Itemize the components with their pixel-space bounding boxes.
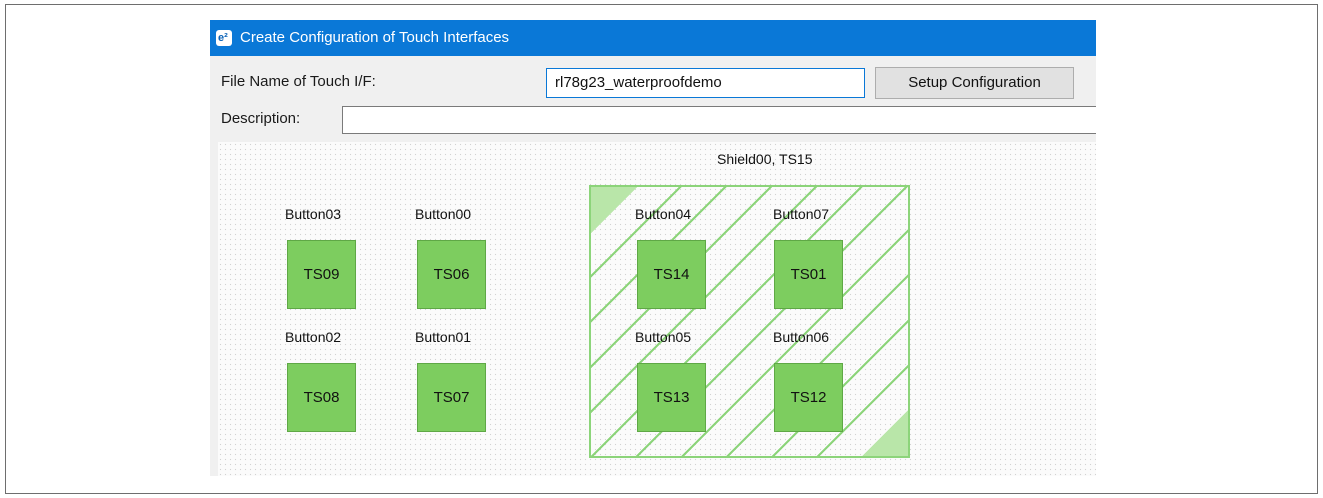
button-name-label: Button07 [773, 206, 830, 222]
shield-corner-bottom-right [862, 410, 908, 456]
setup-configuration-button[interactable]: Setup Configuration [875, 67, 1074, 99]
window-title: Create Configuration of Touch Interfaces [240, 29, 510, 46]
file-name-label: File Name of Touch I/F: [221, 73, 376, 90]
title-bar: e² Create Configuration of Touch Interfa… [210, 20, 1096, 56]
e2-studio-icon: e² [216, 30, 232, 46]
description-label: Description: [221, 110, 301, 127]
config-window: e² Create Configuration of Touch Interfa… [210, 20, 1096, 476]
touch-key-button[interactable]: TS01 [774, 240, 843, 309]
touch-key-button[interactable]: TS13 [637, 363, 706, 432]
touch-key-button[interactable]: TS07 [417, 363, 486, 432]
touch-key-button[interactable]: TS12 [774, 363, 843, 432]
button-name-label: Button03 [285, 206, 342, 222]
button-name-label: Button01 [415, 329, 472, 345]
button-name-label: Button02 [285, 329, 342, 345]
button-name-label: Button05 [635, 329, 692, 345]
touch-key-button[interactable]: TS14 [637, 240, 706, 309]
description-input[interactable] [342, 106, 1096, 134]
touch-key-button[interactable]: TS08 [287, 363, 356, 432]
shield-label: Shield00, TS15 [717, 151, 813, 167]
touch-key-button[interactable]: TS09 [287, 240, 356, 309]
touch-key-button[interactable]: TS06 [417, 240, 486, 309]
button-name-label: Button06 [773, 329, 830, 345]
file-name-input[interactable]: rl78g23_waterproofdemo [546, 68, 865, 98]
button-name-label: Button04 [635, 206, 692, 222]
shield-corner-top-left [591, 187, 637, 233]
button-name-label: Button00 [415, 206, 472, 222]
